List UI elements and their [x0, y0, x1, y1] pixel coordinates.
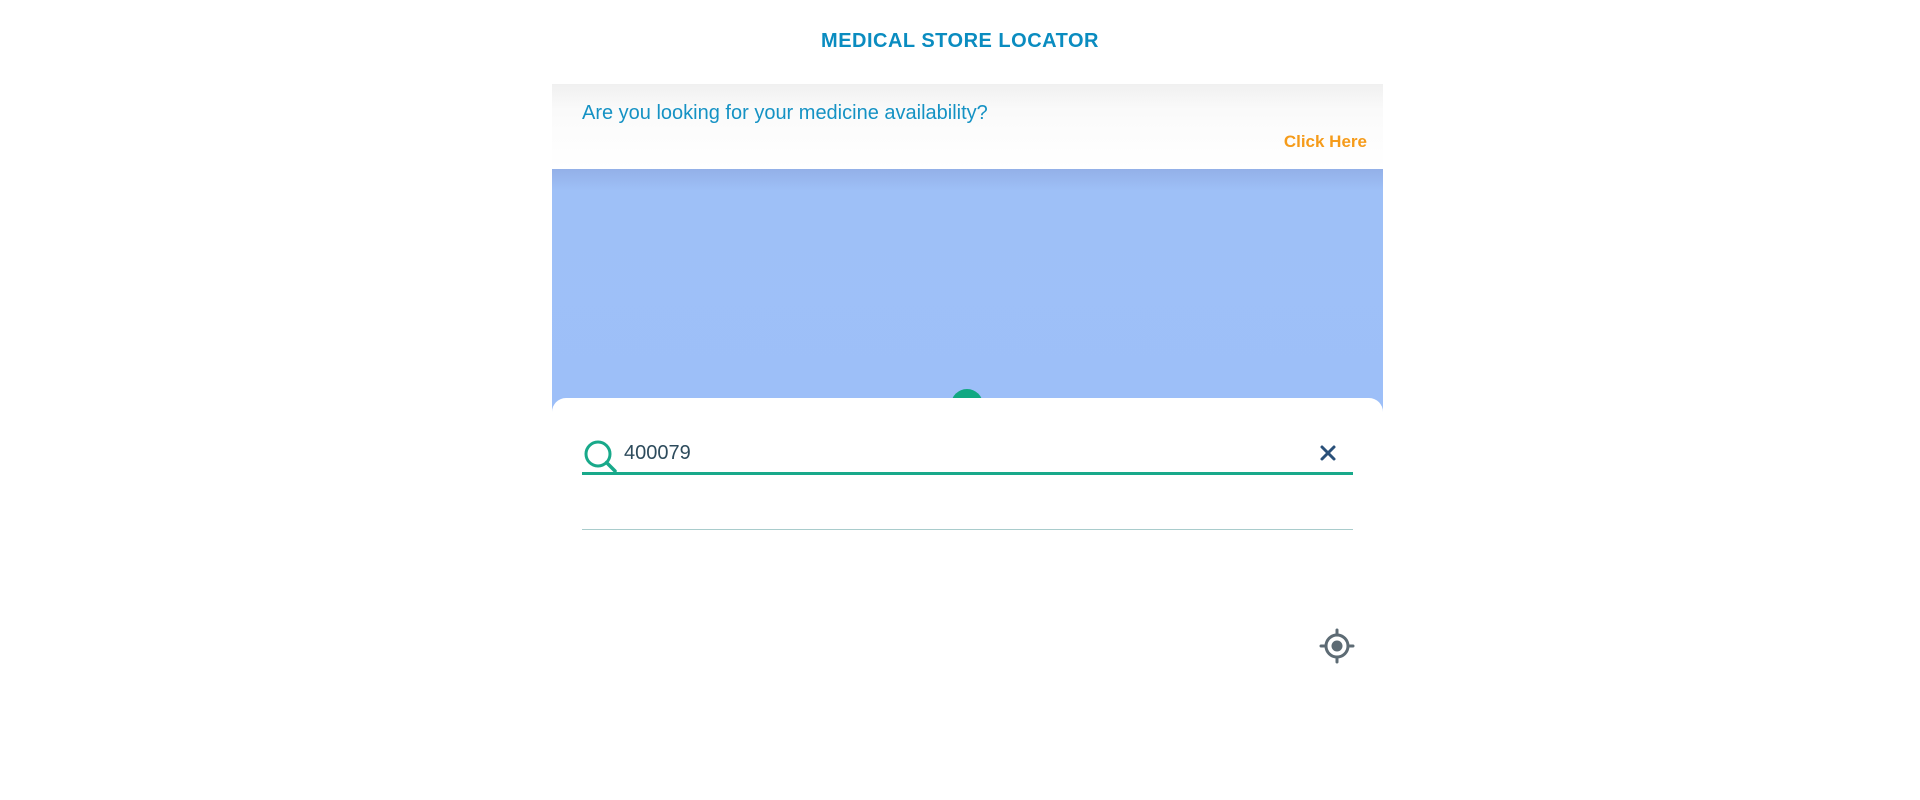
map-view[interactable] [552, 169, 1383, 414]
locator-panel: Are you looking for your medicine availa… [552, 84, 1383, 800]
crosshair-icon[interactable] [1319, 628, 1355, 664]
page-title: MEDICAL STORE LOCATOR [821, 29, 1099, 52]
header: MEDICAL STORE LOCATOR [0, 0, 1920, 84]
results-divider [582, 529, 1353, 530]
search-sheet [552, 398, 1383, 800]
search-icon [584, 440, 617, 473]
click-here-link[interactable]: Click Here [1284, 132, 1367, 152]
banner-question: Are you looking for your medicine availa… [582, 102, 988, 124]
close-icon[interactable] [1319, 444, 1337, 462]
search-input[interactable] [624, 438, 1284, 468]
app-page: MEDICAL STORE LOCATOR Are you looking fo… [0, 0, 1920, 800]
search-bar [582, 432, 1353, 475]
availability-banner: Are you looking for your medicine availa… [552, 84, 1383, 169]
